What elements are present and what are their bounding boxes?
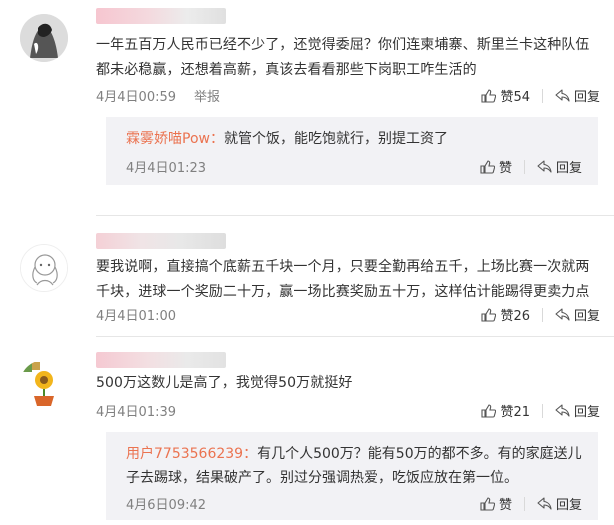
action-separator [523,496,525,511]
reply-label: 回复 [573,405,600,420]
like-count: 赞54 [500,90,530,105]
action-separator [541,88,543,103]
reply-username[interactable]: 用户7753566239： [126,446,257,462]
reply-arrow-icon [537,497,552,510]
avatar[interactable] [20,244,68,292]
comment-time: 4月4日00:59 [96,90,177,105]
reply-actions: 赞 回复 [462,494,582,513]
reply-actions: 赞 回复 [462,157,582,176]
comment-text: 要我说啊，直接搞个底薪五千块一个月，只要全勤再给五千，上场比赛一次就两千块，进球… [96,259,590,300]
blurred-username[interactable] [96,352,226,368]
thumbs-up-icon [481,88,497,103]
reply-box: 霖雾娇喵Pow：就管个饭，能吃饱就行，别提工资了 4月4日01:23 赞 回复 [106,117,598,185]
reply-text: 就管个饭，能吃饱就行，别提工资了 [223,131,448,147]
comment-text: 一年五百万人民币已经不少了，还觉得委屈？你们连柬埔寨、斯里兰卡这种队伍都未必稳赢… [96,37,590,78]
thumbs-up-icon [480,496,495,511]
reply-arrow-icon [555,308,570,321]
comment-actions: 赞26 回复 [463,305,600,324]
reply-arrow-icon [537,160,552,173]
reply-time: 4月4日01:23 [126,161,207,176]
action-separator [541,403,543,418]
like-button[interactable]: 赞 [480,157,512,176]
avatar[interactable] [20,360,68,408]
reply-button[interactable]: 回复 [555,401,600,420]
reply-arrow-icon [555,404,570,417]
reply-time: 4月6日09:42 [126,498,207,513]
action-separator [541,307,543,322]
reply-label: 回复 [573,90,600,105]
reply-content: 霖雾娇喵Pow：就管个饭，能吃饱就行，别提工资了 [126,129,448,149]
reply-content: 用户7753566239：有几个人500万？能有50万的都不多。有的家庭送儿子去… [126,442,586,490]
comment-time: 4月4日01:00 [96,309,177,324]
reply-label: 回复 [573,309,600,324]
comment-actions: 赞21 回复 [463,401,600,420]
avatar[interactable] [20,14,68,62]
report-link[interactable]: 举报 [194,86,220,105]
reply-arrow-icon [555,89,570,102]
blurred-username[interactable] [96,233,226,249]
action-separator [523,159,525,174]
reply-button[interactable]: 回复 [537,494,582,513]
like-label: 赞 [498,161,512,176]
like-button[interactable]: 赞21 [481,401,530,420]
comment-meta: 4月4日00:59 举报 [96,86,220,105]
reply-label: 回复 [555,498,582,513]
like-count: 赞21 [500,405,530,420]
thumbs-up-icon [481,403,497,418]
thumbs-up-icon [480,159,495,174]
like-button[interactable]: 赞 [480,494,512,513]
thumbs-up-icon [481,307,497,322]
like-button[interactable]: 赞54 [481,86,530,105]
like-label: 赞 [498,498,512,513]
comment-text: 500万这数儿是高了，我觉得50万就挺好 [96,375,353,391]
comment-actions: 赞54 回复 [463,86,600,105]
reply-box: 用户7753566239：有几个人500万？能有50万的都不多。有的家庭送儿子去… [106,432,598,520]
reply-label: 回复 [555,161,582,176]
comment-divider [96,336,614,337]
comment-time: 4月4日01:39 [96,405,177,420]
reply-button[interactable]: 回复 [537,157,582,176]
comment-divider [96,215,614,216]
reply-button[interactable]: 回复 [555,305,600,324]
reply-button[interactable]: 回复 [555,86,600,105]
like-count: 赞26 [500,309,530,324]
blurred-username[interactable] [96,8,226,24]
reply-username[interactable]: 霖雾娇喵Pow： [126,131,224,147]
like-button[interactable]: 赞26 [481,305,530,324]
